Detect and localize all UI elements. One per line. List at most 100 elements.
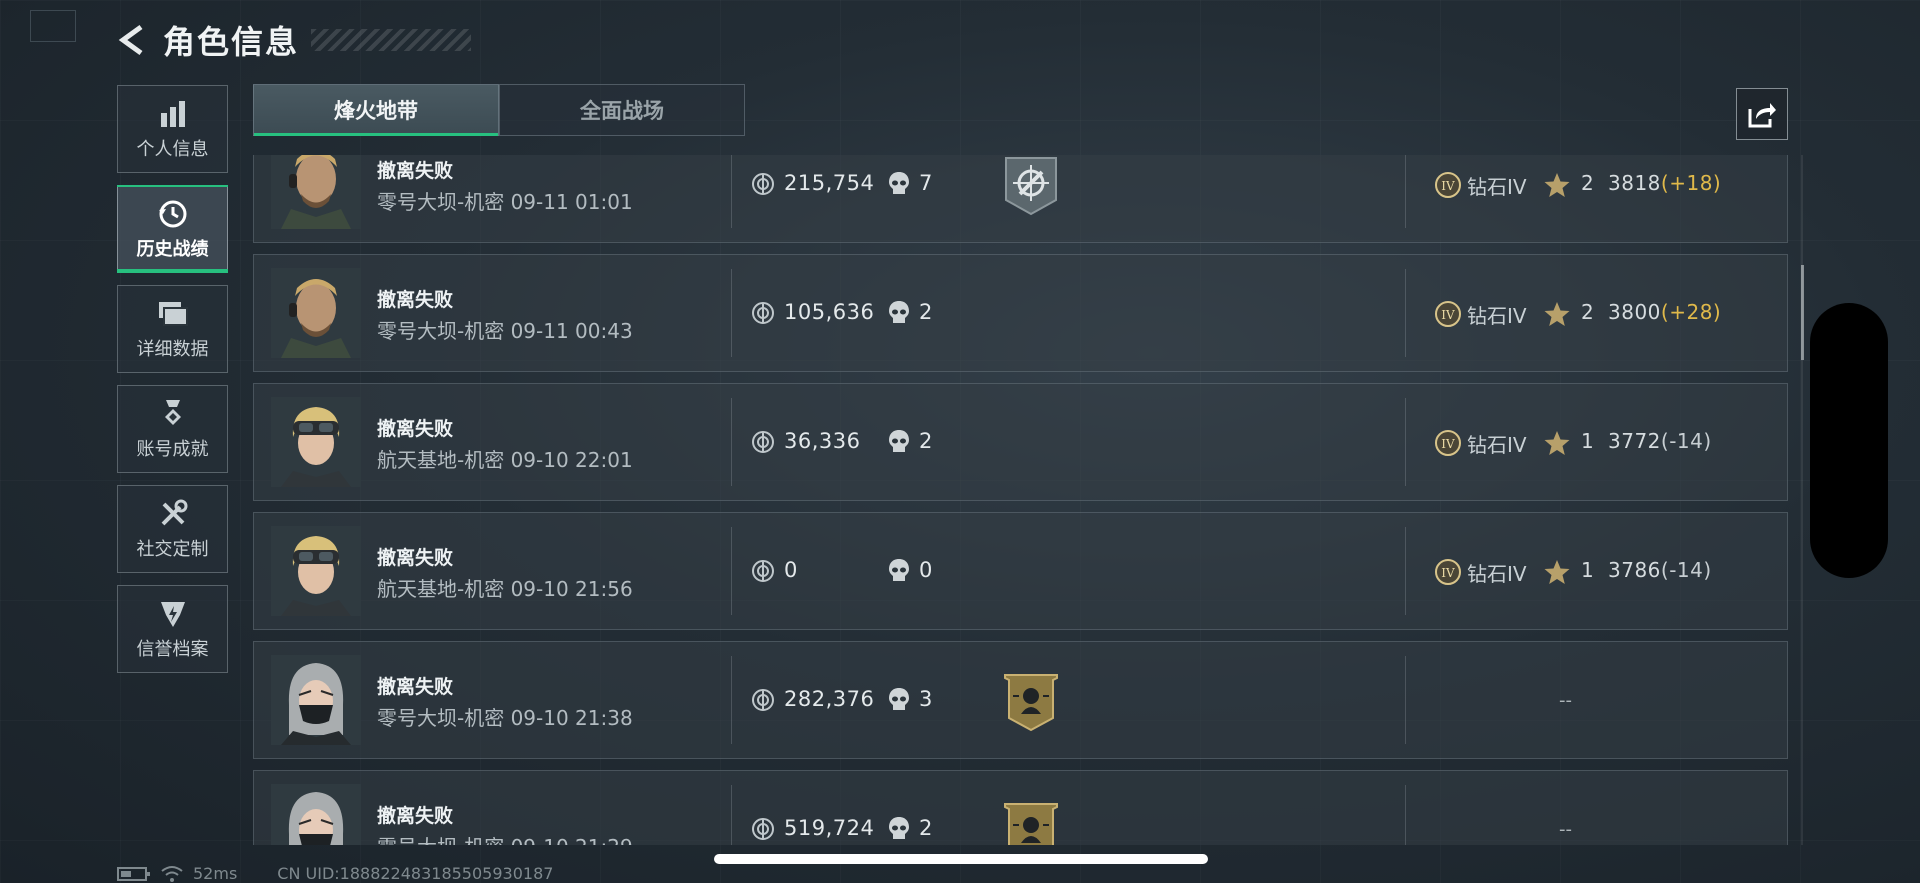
list-item[interactable]: 撤离失败 零号大坝-机密 09-11 00:43 105,636 2 IV 钻石… <box>253 254 1788 372</box>
star-count: 2 <box>1581 171 1594 195</box>
wifi-icon <box>161 865 183 883</box>
title-decoration <box>311 29 472 51</box>
list-item[interactable]: 撤离失败 航天基地-机密 09-10 21:56 0 0 IV 钻石IV 1 3… <box>253 512 1788 630</box>
coin-icon <box>751 817 775 841</box>
svg-text:IV: IV <box>1441 308 1455 322</box>
scrollbar-thumb[interactable] <box>1801 265 1804 360</box>
match-history-list[interactable]: 撤离失败 零号大坝-机密 09-11 01:01 215,754 7 IV 钻石… <box>253 155 1789 845</box>
rank-empty: -- <box>1559 690 1572 711</box>
divider <box>1405 155 1406 228</box>
match-map-time: 零号大坝-机密 09-10 21:38 <box>377 706 633 730</box>
folders-icon <box>156 297 190 331</box>
tools-icon <box>156 497 190 531</box>
svg-text:IV: IV <box>1441 566 1455 580</box>
match-result: 撤离失败 <box>377 289 454 311</box>
reputation-shield-icon <box>156 597 190 631</box>
skull-icon <box>888 816 910 842</box>
list-item[interactable]: 撤离失败 零号大坝-机密 09-10 21:29 519,724 2 -- <box>253 770 1788 845</box>
divider <box>1405 785 1406 845</box>
coin-icon <box>751 430 775 454</box>
star-count: 1 <box>1581 558 1594 582</box>
diamond-rank-icon: IV <box>1434 558 1462 586</box>
share-icon <box>1748 103 1776 128</box>
haul-value: 215,754 <box>784 171 875 195</box>
scrollbar-track[interactable] <box>1801 155 1803 845</box>
operator-avatar <box>271 784 361 845</box>
rank-label: 钻石IV <box>1467 562 1527 586</box>
divider <box>1405 398 1406 486</box>
latency-text: 52ms <box>193 864 238 883</box>
sidebar-item-label: 信誉档案 <box>136 639 209 660</box>
rank-score: 3818(+18) <box>1608 171 1721 195</box>
haul-value: 519,724 <box>784 816 875 840</box>
divider <box>731 155 732 228</box>
home-indicator[interactable] <box>714 854 1208 864</box>
mode-tabs: 烽火地带 全面战场 <box>253 84 745 136</box>
divider <box>731 398 732 486</box>
skull-icon <box>888 687 910 713</box>
list-item[interactable]: 撤离失败 零号大坝-机密 09-10 21:38 282,376 3 -- <box>253 641 1788 759</box>
star-icon <box>1543 171 1571 199</box>
kill-count: 2 <box>919 300 933 324</box>
status-bar: 52ms CN UID:1888224831855059301​87 <box>117 864 553 883</box>
operator-avatar <box>271 155 361 229</box>
skull-icon <box>888 429 910 455</box>
share-button[interactable] <box>1736 88 1788 140</box>
gold-banner-badge <box>1004 672 1058 732</box>
operator-avatar <box>271 655 361 745</box>
star-count: 2 <box>1581 300 1594 324</box>
sidebar-item-achievements[interactable]: 账号成就 <box>117 385 228 473</box>
kill-count: 0 <box>919 558 933 582</box>
star-icon <box>1543 300 1571 328</box>
diamond-rank-icon: IV <box>1434 300 1462 328</box>
coin-icon <box>751 172 775 196</box>
haul-value: 0 <box>784 558 798 582</box>
match-result: 撤离失败 <box>377 547 454 569</box>
match-result: 撤离失败 <box>377 418 454 440</box>
star-count: 1 <box>1581 429 1594 453</box>
skull-icon <box>888 171 910 197</box>
coin-icon <box>751 688 775 712</box>
sidebar-item-reputation[interactable]: 信誉档案 <box>117 585 228 673</box>
score-delta: (-14) <box>1660 429 1712 453</box>
match-map-time: 零号大坝-机密 09-11 00:43 <box>377 319 633 343</box>
divider <box>1405 527 1406 615</box>
sidebar-item-match-history[interactable]: 历史战绩 <box>117 185 228 273</box>
sidebar-item-social-custom[interactable]: 社交定制 <box>117 485 228 573</box>
skull-icon <box>888 300 910 326</box>
sidebar-item-label: 账号成就 <box>136 439 209 460</box>
score-delta: (-14) <box>1660 558 1712 582</box>
sidebar-item-label: 详细数据 <box>136 339 209 360</box>
divider <box>731 527 732 615</box>
score-value: 3786 <box>1608 558 1661 582</box>
sidebar-item-personal-info[interactable]: 个人信息 <box>117 85 228 173</box>
tab-full-battlefield[interactable]: 全面战场 <box>499 84 745 136</box>
match-result: 撤离失败 <box>377 676 454 698</box>
gold-banner-badge <box>1004 801 1058 845</box>
sidebar-item-detailed-data[interactable]: 详细数据 <box>117 285 228 373</box>
history-clock-icon <box>156 197 190 231</box>
rank-score: 3800(+28) <box>1608 300 1721 324</box>
match-map-time: 零号大坝-机密 09-10 21:29 <box>377 831 633 845</box>
match-map-time: 航天基地-机密 09-10 22:01 <box>377 448 633 472</box>
battery-icon <box>117 866 151 882</box>
match-result: 撤离失败 <box>377 805 454 827</box>
skull-icon <box>888 558 910 584</box>
svg-text:IV: IV <box>1441 437 1455 451</box>
kill-count: 3 <box>919 687 933 711</box>
kill-count: 2 <box>919 429 933 453</box>
coin-icon <box>751 301 775 325</box>
list-item[interactable]: 撤离失败 航天基地-机密 09-10 22:01 36,336 2 IV 钻石I… <box>253 383 1788 501</box>
rank-label: 钻石IV <box>1467 433 1527 457</box>
rank-label: 钻石IV <box>1467 175 1527 199</box>
operator-avatar <box>271 268 361 358</box>
diamond-rank-icon: IV <box>1434 171 1462 199</box>
haul-value: 105,636 <box>784 300 875 324</box>
list-item[interactable]: 撤离失败 零号大坝-机密 09-11 01:01 215,754 7 IV 钻石… <box>253 155 1788 243</box>
tab-hazard-zone[interactable]: 烽火地带 <box>253 84 499 136</box>
corner-decoration <box>30 10 76 42</box>
back-arrow-icon[interactable] <box>115 21 153 59</box>
sidebar-item-label: 社交定制 <box>136 539 209 560</box>
divider <box>1405 269 1406 357</box>
diamond-rank-icon: IV <box>1434 429 1462 457</box>
